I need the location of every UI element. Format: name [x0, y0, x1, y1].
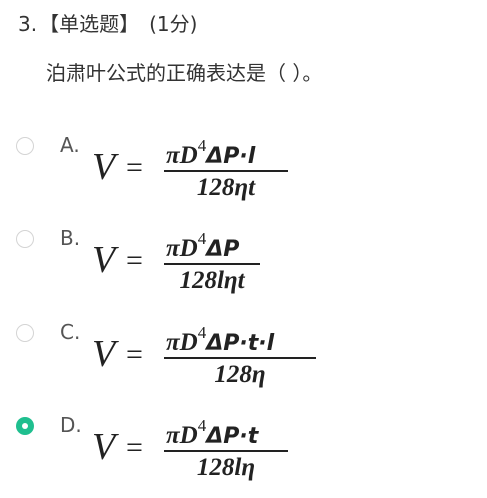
option-d-formula: V = πD4ΔP·t 128lη — [92, 415, 322, 481]
formula-equals: = — [126, 151, 143, 184]
question-score: (1分) — [149, 12, 198, 36]
option-b-formula: V = πD4ΔP 128lηt — [92, 228, 322, 294]
formula-lhs: V — [92, 146, 119, 188]
option-b-label: B. — [60, 226, 81, 250]
radio-c[interactable] — [16, 324, 34, 342]
formula-denominator: 128lηt — [179, 267, 245, 294]
question-stem: 泊肃叶公式的正确表达是（ ）。 — [46, 61, 323, 85]
formula-denominator: 128ηt — [197, 174, 256, 201]
question-header: 3. 【单选题】 (1分) — [18, 11, 197, 37]
formula-equals: = — [126, 338, 143, 371]
option-b[interactable]: B. V = πD4ΔP 128lηt — [16, 226, 456, 298]
formula-lhs: V — [92, 426, 119, 468]
formula-denominator: 128lη — [197, 454, 255, 481]
formula-numerator: πD4ΔP·t — [166, 416, 260, 449]
option-c-formula: V = πD4ΔP·t·l 128η — [92, 322, 322, 388]
radio-d[interactable] — [16, 417, 34, 435]
formula-equals: = — [126, 431, 143, 464]
option-a-formula: V = πD4ΔP·l 128ηt — [92, 135, 322, 201]
option-a[interactable]: A. V = πD4ΔP·l 128ηt — [16, 133, 456, 205]
formula-lhs: V — [92, 239, 119, 281]
option-d-label: D. — [60, 413, 82, 437]
radio-a[interactable] — [16, 137, 34, 155]
formula-equals: = — [126, 244, 143, 277]
formula-numerator: πD4ΔP·l — [166, 136, 256, 169]
radio-b[interactable] — [16, 230, 34, 248]
question-number: 3. — [18, 12, 38, 36]
formula-numerator: πD4ΔP — [166, 229, 239, 262]
formula-denominator: 128η — [214, 361, 265, 388]
option-d[interactable]: D. V = πD4ΔP·t 128lη — [16, 413, 456, 485]
option-c[interactable]: C. V = πD4ΔP·t·l 128η — [16, 320, 456, 392]
option-c-label: C. — [60, 320, 81, 344]
option-a-label: A. — [60, 133, 80, 157]
formula-numerator: πD4ΔP·t·l — [166, 323, 275, 356]
question-type: 【单选题】 — [39, 12, 140, 36]
formula-lhs: V — [92, 333, 119, 375]
